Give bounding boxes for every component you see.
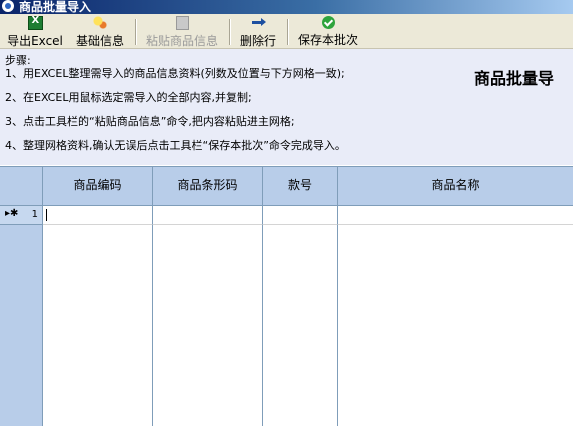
import-grid[interactable]: 商品编码 商品条形码 款号 商品名称 ▸✱ 1 [0,166,573,426]
toolbar: 导出Excel 基础信息 粘贴商品信息 删除行 保存本批次 [0,14,573,49]
column-header-style-no[interactable]: 款号 [263,167,338,206]
paste-info-button[interactable]: 粘贴商品信息 [142,16,222,48]
paste-info-label: 粘贴商品信息 [145,34,218,48]
cell-code[interactable] [43,206,153,225]
column-divider [262,225,263,426]
delete-row-icon [251,16,266,30]
export-excel-button[interactable]: 导出Excel [6,15,64,48]
step-1: 1、用EXCEL整理需导入的商品信息资料(列数及位置与下方网格一致); [5,67,345,80]
cell-name[interactable] [338,206,573,225]
cell-barcode[interactable] [153,206,263,225]
grid-corner [0,167,43,206]
step-4: 4、整理网格资料,确认无误后点击工具栏“保存本批次”命令完成导入。 [5,139,346,152]
save-batch-button[interactable]: 保存本批次 [294,16,362,47]
base-info-label: 基础信息 [75,34,124,48]
new-row-indicator: ▸✱ [5,208,19,219]
column-header-name[interactable]: 商品名称 [338,167,573,206]
banner-title: 商品批量导 [474,69,555,88]
column-divider [152,225,153,426]
delete-row-button[interactable]: 删除行 [236,16,280,48]
row-number: 1 [31,209,38,220]
delete-row-label: 删除行 [239,34,276,48]
cell-style-no[interactable] [263,206,338,225]
info-icon [92,16,108,30]
instructions-panel: 步骤: 1、用EXCEL整理需导入的商品信息资料(列数及位置与下方网格一致); … [0,49,573,165]
toolbar-separator [229,19,231,45]
base-info-button[interactable]: 基础信息 [72,16,128,48]
window-title: 商品批量导入 [19,0,92,14]
title-bar: 商品批量导入 [0,0,573,14]
column-divider [337,225,338,426]
column-header-code[interactable]: 商品编码 [43,167,153,206]
step-2: 2、在EXCEL用鼠标选定需导入的全部内容,并复制; [5,91,252,104]
text-caret [46,209,47,221]
excel-icon [27,15,43,30]
toolbar-separator [135,19,137,45]
row-header-column [0,206,43,426]
step-3: 3、点击工具栏的“粘贴商品信息”命令,把内容粘贴进主网格; [5,115,295,128]
export-excel-label: 导出Excel [7,34,63,48]
toolbar-separator [287,19,289,45]
column-header-barcode[interactable]: 商品条形码 [153,167,263,206]
save-batch-label: 保存本批次 [297,33,358,47]
app-icon [2,0,14,12]
paste-icon [175,16,189,30]
row-header[interactable]: ▸✱ 1 [0,206,43,225]
check-icon [321,16,335,29]
